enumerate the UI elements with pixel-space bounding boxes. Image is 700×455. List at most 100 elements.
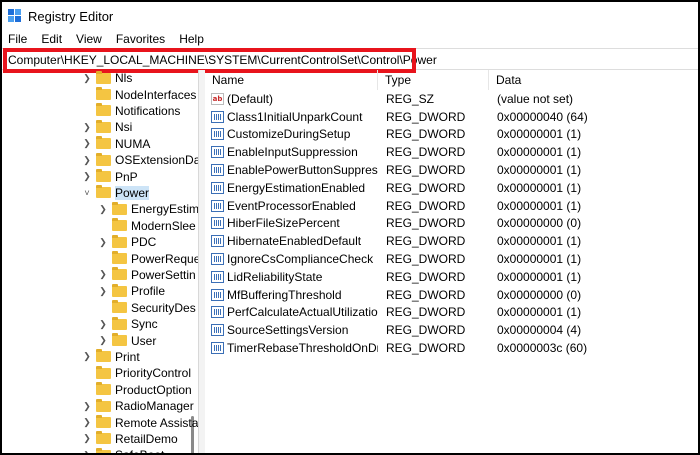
chevron-right-icon[interactable]: ❯: [82, 351, 92, 362]
column-header-name[interactable]: Name: [205, 70, 378, 90]
chevron-right-icon[interactable]: ❯: [98, 286, 108, 297]
tree-item[interactable]: ❯ Remote Assista: [82, 414, 198, 430]
folder-icon: [112, 316, 127, 330]
tree-item[interactable]: ˅ Power: [82, 185, 150, 201]
tree-item[interactable]: ❯ Nls: [82, 70, 132, 86]
dword-value-icon: [211, 110, 224, 123]
folder-icon: [96, 185, 111, 199]
tree-item[interactable]: ❯ PnP: [82, 168, 138, 184]
chevron-right-icon[interactable]: ❯: [82, 171, 92, 182]
address-bar[interactable]: Computer\HKEY_LOCAL_MACHINE\SYSTEM\Curre…: [2, 48, 698, 73]
tree-item[interactable]: NodeInterfaces: [82, 86, 196, 102]
value-name-cell: TimerRebaseThresholdOnDri...: [211, 339, 378, 357]
tree-item[interactable]: ProductOption: [82, 382, 192, 398]
tree-item[interactable]: ModernSlee: [98, 218, 196, 234]
tree-item[interactable]: SecurityDes: [98, 300, 196, 316]
value-name: CustomizeDuringSetup: [227, 127, 351, 142]
value-row[interactable]: ab (Default) REG_SZ (value not set): [205, 90, 698, 108]
tree-item[interactable]: ❯ Sync: [98, 316, 158, 332]
value-name-cell: PerfCalculateActualUtilization: [211, 304, 378, 322]
value-row[interactable]: LidReliabilityState REG_DWORD 0x00000001 (…: [205, 268, 698, 286]
chevron-right-icon[interactable]: ❯: [82, 417, 92, 428]
column-header-type[interactable]: Type: [378, 70, 489, 90]
tree-item-label: EnergyEstim: [131, 202, 199, 217]
value-row[interactable]: HibernateEnabledDefault REG_DWORD 0x000000…: [205, 232, 698, 250]
key-tree-pane[interactable]: ❯ Nls NodeInterfaces Notifications ❯ Nsi ❯ NUMA…: [2, 70, 199, 453]
dword-value-icon: [211, 253, 224, 266]
chevron-right-icon[interactable]: ❯: [82, 138, 92, 149]
value-name-cell: Class1InitialUnparkCount: [211, 108, 378, 126]
value-row[interactable]: Class1InitialUnparkCount REG_DWORD 0x00000…: [205, 108, 698, 126]
tree-item[interactable]: ❯ EnergyEstim: [98, 201, 199, 217]
tree-item[interactable]: ❯ OSExtensionDa: [82, 152, 198, 168]
value-row[interactable]: EventProcessorEnabled REG_DWORD 0x00000001…: [205, 197, 698, 215]
value-type: REG_DWORD: [386, 127, 466, 142]
value-row[interactable]: PerfCalculateActualUtilization REG_DWORD 0…: [205, 304, 698, 322]
menu-edit[interactable]: Edit: [41, 32, 62, 46]
tree-item[interactable]: ❯ RetailDemo: [82, 431, 178, 447]
chevron-right-icon[interactable]: ❯: [82, 450, 92, 453]
dword-value-icon: [211, 128, 224, 141]
value-type: REG_DWORD: [386, 269, 466, 284]
chevron-right-icon[interactable]: ❯: [82, 122, 92, 133]
folder-icon: [96, 431, 111, 445]
chevron-right-icon[interactable]: ❯: [98, 269, 108, 280]
tree-item[interactable]: ❯ PDC: [98, 234, 156, 250]
value-row[interactable]: HiberFileSizePercent REG_DWORD 0x00000000 …: [205, 215, 698, 233]
folder-icon: [96, 398, 111, 412]
tree-item[interactable]: ❯ User: [98, 332, 156, 348]
registry-editor-window: Registry Editor File Edit View Favorites…: [0, 0, 700, 455]
tree-item[interactable]: Notifications: [82, 103, 180, 119]
chevron-right-icon[interactable]: ❯: [82, 433, 92, 444]
value-name-cell: HibernateEnabledDefault: [211, 232, 378, 250]
chevron-down-icon[interactable]: ˅: [82, 188, 92, 198]
tree-item-label: User: [131, 333, 157, 348]
value-name: LidReliabilityState: [227, 269, 323, 284]
value-name: Class1InitialUnparkCount: [227, 109, 363, 124]
value-row[interactable]: CustomizeDuringSetup REG_DWORD 0x00000001 …: [205, 126, 698, 144]
tree-item[interactable]: ❯ Print: [82, 349, 140, 365]
value-row[interactable]: EnablePowerButtonSuppressi... REG_DWORD 0x…: [205, 161, 698, 179]
values-pane[interactable]: Name Type Data ab (Default) REG_SZ (value n…: [205, 70, 698, 453]
value-name-cell: EventProcessorEnabled: [211, 197, 378, 215]
tree-item[interactable]: ❯ Profile: [98, 283, 165, 299]
folder-icon: [96, 365, 111, 379]
value-name-cell: LidReliabilityState: [211, 268, 378, 286]
tree-item[interactable]: ❯ SafeBoot: [82, 447, 164, 453]
menu-file[interactable]: File: [8, 32, 27, 46]
value-data: 0x00000001 (1): [497, 234, 582, 249]
tree-item[interactable]: ❯ RadioManager: [82, 398, 194, 414]
value-row[interactable]: IgnoreCsComplianceCheck REG_DWORD 0x000000…: [205, 250, 698, 268]
value-row[interactable]: MfBufferingThreshold REG_DWORD 0x00000000 …: [205, 286, 698, 304]
folder-icon: [96, 349, 111, 363]
value-row[interactable]: TimerRebaseThresholdOnDri... REG_DWORD 0x0…: [205, 339, 698, 357]
dword-value-icon: [211, 146, 224, 159]
tree-item-label: Sync: [131, 317, 158, 332]
tree-item[interactable]: PowerReque: [98, 250, 198, 266]
column-header-data[interactable]: Data: [489, 70, 698, 90]
menu-help[interactable]: Help: [179, 32, 204, 46]
value-row[interactable]: EnergyEstimationEnabled REG_DWORD 0x000000…: [205, 179, 698, 197]
value-type: REG_DWORD: [386, 198, 466, 213]
value-row[interactable]: SourceSettingsVersion REG_DWORD 0x00000004…: [205, 321, 698, 339]
menu-favorites[interactable]: Favorites: [116, 32, 165, 46]
chevron-right-icon[interactable]: ❯: [98, 204, 108, 215]
tree-item[interactable]: ❯ Nsi: [82, 119, 132, 135]
tree-item[interactable]: ❯ NUMA: [82, 136, 150, 152]
tree-item[interactable]: ❯ PowerSettin: [98, 267, 196, 283]
tree-item-label: Power: [115, 185, 150, 200]
chevron-right-icon[interactable]: ❯: [98, 319, 108, 330]
chevron-right-icon[interactable]: ❯: [98, 237, 108, 248]
chevron-right-icon[interactable]: ❯: [98, 335, 108, 346]
chevron-right-icon[interactable]: ❯: [82, 73, 92, 84]
tree-item[interactable]: PriorityControl: [82, 365, 191, 381]
value-name: SourceSettingsVersion: [227, 323, 349, 338]
value-row[interactable]: EnableInputSuppression REG_DWORD 0x0000000…: [205, 143, 698, 161]
value-name-cell: SourceSettingsVersion: [211, 321, 378, 339]
folder-icon: [96, 119, 111, 133]
registry-editor-icon: [8, 9, 22, 23]
chevron-right-icon[interactable]: ❯: [82, 401, 92, 412]
menu-view[interactable]: View: [76, 32, 102, 46]
chevron-right-icon[interactable]: ❯: [82, 155, 92, 166]
value-data: 0x00000040 (64): [497, 109, 588, 124]
